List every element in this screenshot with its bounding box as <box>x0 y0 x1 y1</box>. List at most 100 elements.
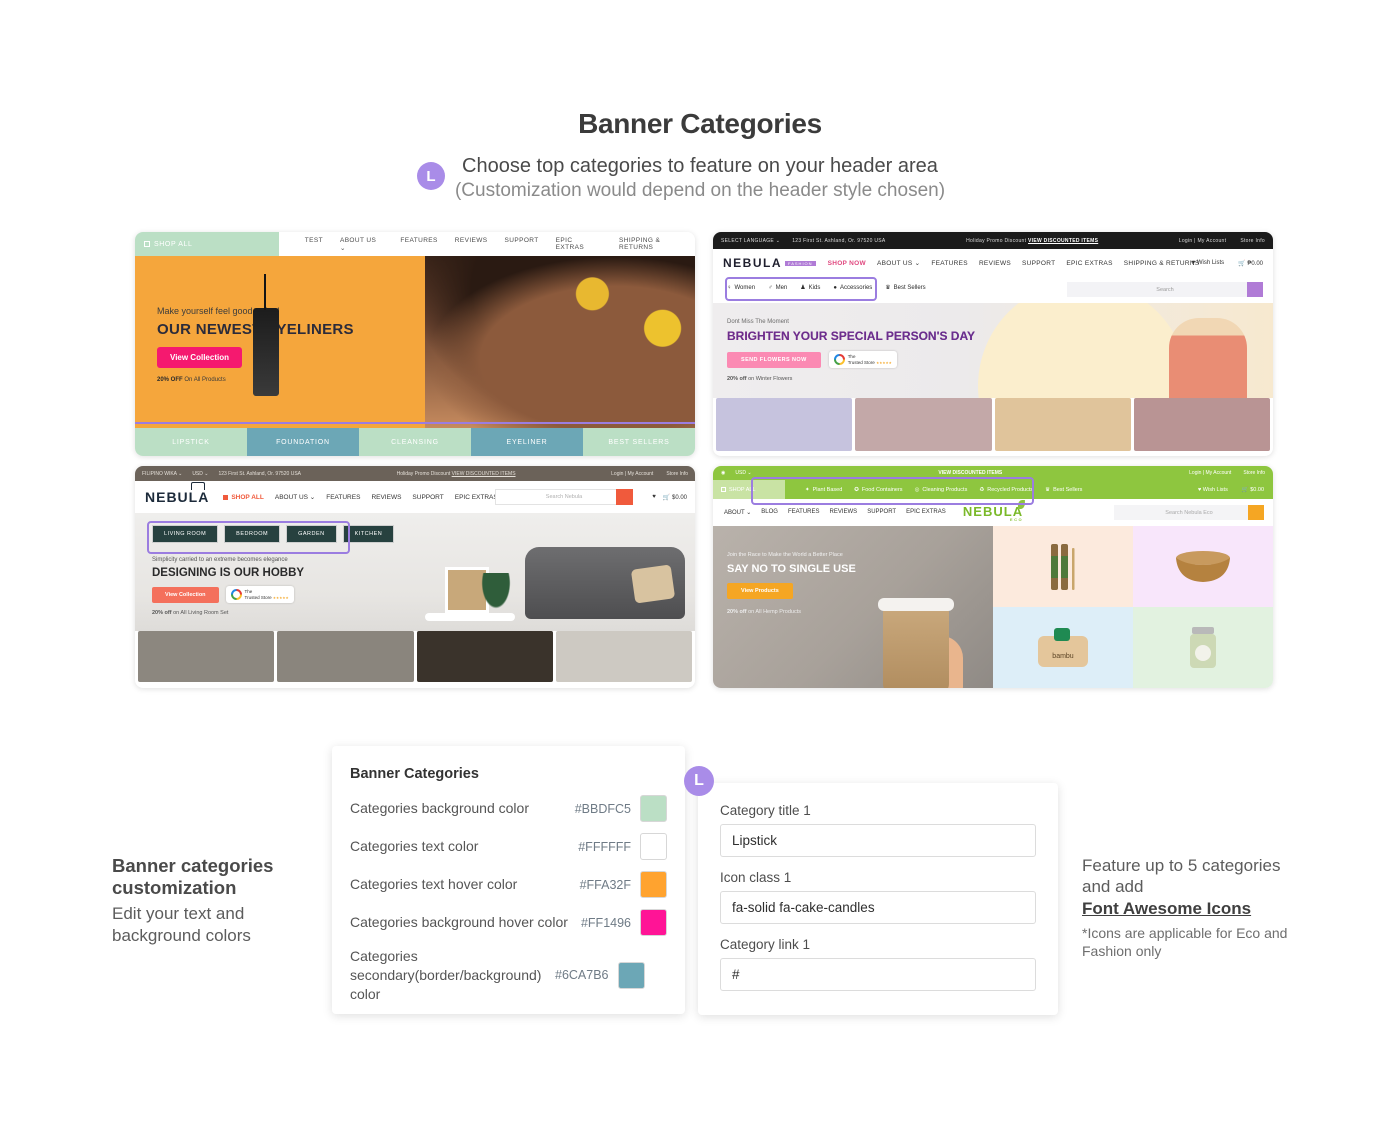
banner3-product-tile[interactable] <box>277 631 414 682</box>
banner4-category-chip[interactable]: ♻ Recycled Products <box>979 487 1033 493</box>
banner3-category-chip[interactable]: KITCHEN <box>342 525 395 543</box>
banner2-product-tile[interactable] <box>994 398 1131 451</box>
banner1-category-tab[interactable]: CLEANSING <box>359 428 471 456</box>
banner2-product-tile[interactable] <box>716 398 853 451</box>
banner1-category-tab[interactable]: FOUNDATION <box>247 428 359 456</box>
banner4-product-tile-toothbrush[interactable] <box>993 526 1133 607</box>
banner4-category-chip[interactable]: ✪ Food Containers <box>854 487 902 493</box>
banner3-product-tile[interactable] <box>555 631 692 682</box>
color-row[interactable]: Categories text hover color #FFA32F <box>350 871 667 898</box>
banner3-currency-select[interactable]: USD ⌄ <box>192 471 208 477</box>
search-icon[interactable] <box>1247 282 1263 297</box>
banner1-cta-button[interactable]: View Collection <box>157 347 242 368</box>
banner3-promo-link[interactable]: VIEW DISCOUNTED ITEMS <box>452 471 516 477</box>
search-icon[interactable] <box>1248 505 1264 520</box>
banner1-category-tab[interactable]: BEST SELLERS <box>583 428 695 456</box>
banner2-topbar-right[interactable]: Login | My Account Store Info <box>1179 238 1265 244</box>
banner4-product-tile-jar[interactable] <box>1133 607 1273 688</box>
banner-preview-eco[interactable]: ◉ USD ⌄ VIEW DISCOUNTED ITEMS Login | My… <box>713 466 1273 688</box>
cart-icon[interactable]: 🛒 $0.00 <box>663 494 687 501</box>
color-swatch[interactable] <box>640 795 667 822</box>
banner2-nav-item[interactable]: SUPPORT <box>1022 260 1055 267</box>
banner3-nav-item[interactable]: FEATURES <box>326 494 360 501</box>
banner4-shop-all-button[interactable]: SHOP ALL <box>713 480 785 499</box>
color-swatch[interactable] <box>640 833 667 860</box>
banner3-category-chip[interactable]: BEDROOM <box>224 525 281 543</box>
banner2-category-chip[interactable]: ♀ Women <box>727 284 755 291</box>
banner4-nav-item[interactable]: ABOUT ⌄ <box>724 509 751 516</box>
color-swatch[interactable] <box>640 871 667 898</box>
heart-icon[interactable]: ♥ Wish Lists <box>1198 487 1228 493</box>
color-swatch[interactable] <box>617 961 645 989</box>
banner1-category-tab[interactable]: EYELINER <box>471 428 583 456</box>
banner3-product-tile[interactable] <box>138 631 275 682</box>
banner3-language-select[interactable]: FILIPINO WIKA ⌄ <box>142 471 182 477</box>
banner4-nav-item[interactable]: EPIC EXTRAS <box>906 509 946 516</box>
banner1-category-bar[interactable]: LIPSTICK FOUNDATION CLEANSING EYELINER B… <box>135 428 695 456</box>
banner3-nav-item[interactable]: EPIC EXTRAS <box>455 494 498 501</box>
banner4-product-tile-bowl[interactable] <box>1133 526 1273 607</box>
banner3-category-chip[interactable]: LIVING ROOM <box>152 525 219 543</box>
banner2-category-chip[interactable]: ● Accessories <box>833 284 872 291</box>
banner2-nav-item[interactable]: REVIEWS <box>979 260 1011 267</box>
banner2-nav[interactable]: SHOP NOW ABOUT US ⌄ FEATURES REVIEWS SUP… <box>828 259 1200 268</box>
search-icon[interactable] <box>616 489 633 505</box>
banner4-topbar-right[interactable]: Login | My Account Store Info <box>1189 470 1265 476</box>
banner2-product-tile[interactable] <box>855 398 992 451</box>
banner4-category-chip[interactable]: ✦ Plant Based <box>805 487 842 493</box>
banner4-store-info-link[interactable]: Store Info <box>1243 470 1265 476</box>
color-swatch[interactable] <box>640 909 667 936</box>
category-title-1-input[interactable] <box>720 824 1036 857</box>
banner4-login-link[interactable]: Login | My Account <box>1189 470 1231 476</box>
banner4-row-right[interactable]: ♥ Wish Lists 🛒 $0.00 <box>1198 487 1264 493</box>
banner4-nav-item[interactable]: REVIEWS <box>830 509 858 516</box>
banner2-nav-item[interactable]: SHIPPING & RETURNS <box>1124 260 1200 267</box>
banner4-promo-link[interactable]: VIEW DISCOUNTED ITEMS <box>752 470 1190 476</box>
color-row[interactable]: Categories background color #BBDFC5 <box>350 795 667 822</box>
color-row[interactable]: Categories secondary(border/background) … <box>350 947 667 1004</box>
banner2-logo[interactable]: NEBULA <box>723 256 782 270</box>
banner4-nav-item[interactable]: FEATURES <box>788 509 820 516</box>
banner1-nav-item[interactable]: SUPPORT <box>505 237 539 252</box>
banner4-nav-item[interactable]: SUPPORT <box>867 509 896 516</box>
banner3-category-chips[interactable]: LIVING ROOM BEDROOM GARDEN KITCHEN <box>152 525 395 543</box>
banner4-logo[interactable]: NEBULA ECO <box>963 499 1026 522</box>
banner2-shop-now-link[interactable]: SHOP NOW <box>828 260 866 267</box>
banner1-shop-all-button[interactable]: SHOP ALL <box>135 232 279 256</box>
banner2-category-chip[interactable]: ♟ Kids <box>800 284 820 292</box>
banner3-nav-item[interactable]: REVIEWS <box>371 494 401 501</box>
banner2-header-right[interactable]: ♥ Wish Lists 🛒 ₱0.00 <box>1192 260 1263 267</box>
banner2-login-link[interactable]: Login | My Account <box>1179 238 1227 244</box>
banner2-language-select[interactable]: SELECT LANGUAGE ⌄ <box>721 238 780 244</box>
banner1-nav[interactable]: TEST ABOUT US ⌄ FEATURES REVIEWS SUPPORT… <box>279 237 695 252</box>
banner1-category-tab[interactable]: LIPSTICK <box>135 428 247 456</box>
banner3-shop-all-link[interactable]: SHOP ALL <box>223 494 264 501</box>
banner2-category-chip[interactable]: ♂ Men <box>768 284 787 291</box>
banner4-cta-button[interactable]: View Products <box>727 583 793 599</box>
banner1-nav-item[interactable]: EPIC EXTRAS <box>556 237 602 252</box>
banner4-nav[interactable]: ABOUT ⌄ BLOG FEATURES REVIEWS SUPPORT EP… <box>724 509 946 516</box>
banner3-product-tile[interactable] <box>416 631 553 682</box>
banner3-login-link[interactable]: Login | My Account <box>611 471 653 477</box>
banner2-store-info-link[interactable]: Store Info <box>1240 238 1265 244</box>
banner2-category-chip[interactable]: ♛ Best Sellers <box>885 284 925 292</box>
banner2-product-tile[interactable] <box>1133 398 1270 451</box>
banner3-product-strip[interactable] <box>135 631 695 685</box>
banner-preview-beauty[interactable]: SHOP ALL TEST ABOUT US ⌄ FEATURES REVIEW… <box>135 232 695 456</box>
banner3-cta-button[interactable]: View Collection <box>152 586 219 603</box>
banner4-currency-select[interactable]: USD ⌄ <box>735 470 751 476</box>
banner2-nav-item[interactable]: EPIC EXTRAS <box>1066 260 1112 267</box>
banner4-search-input[interactable]: Search Nebula Eco <box>1114 505 1264 520</box>
color-row[interactable]: Categories background hover color #FF149… <box>350 909 667 936</box>
banner1-nav-item[interactable]: REVIEWS <box>455 237 488 252</box>
banner2-product-strip[interactable] <box>713 398 1273 454</box>
banner4-product-tile-bambu[interactable]: bambu <box>993 607 1133 688</box>
banner1-nav-item[interactable]: FEATURES <box>400 237 437 252</box>
banner3-logo[interactable]: NEBULA <box>145 482 209 505</box>
banner1-nav-item[interactable]: SHIPPING & RETURNS <box>619 237 695 252</box>
banner3-header-right[interactable]: ♥ 🛒 $0.00 <box>652 494 687 501</box>
banner3-nav-item[interactable]: ABOUT US ⌄ <box>275 493 315 501</box>
cart-icon[interactable]: 🛒 ₱0.00 <box>1238 260 1263 267</box>
banner3-search-input[interactable]: Search Nebula <box>495 489 633 505</box>
heart-icon[interactable]: ♥ <box>652 494 656 500</box>
